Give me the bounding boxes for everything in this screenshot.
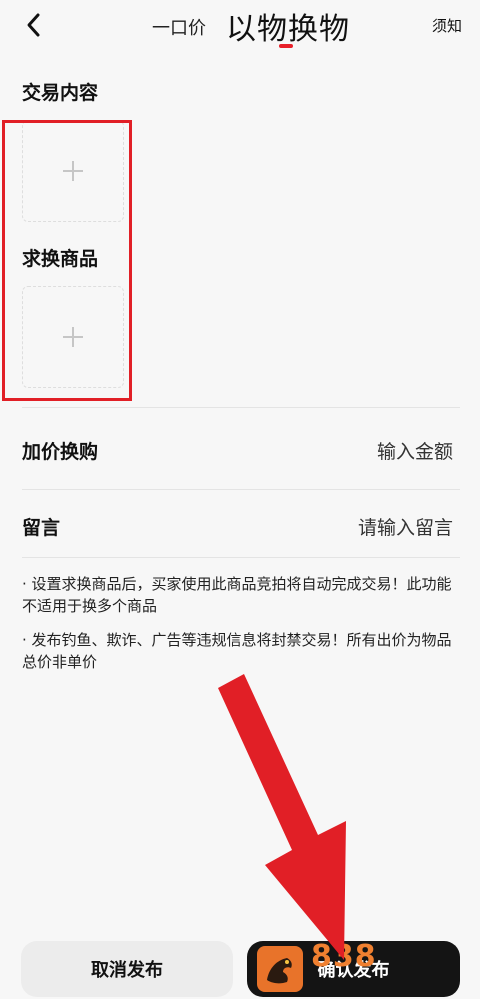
add-price-label: 加价换购 bbox=[22, 441, 99, 463]
divider bbox=[22, 489, 460, 490]
active-tab-indicator bbox=[279, 44, 293, 48]
notice-text: · 发布钓鱼、欺诈、广告等违规信息将封禁交易！所有出价为物品总价非单价 bbox=[22, 631, 452, 671]
watermark-logo bbox=[257, 946, 303, 992]
divider bbox=[22, 407, 460, 408]
highlight-box bbox=[2, 120, 132, 401]
message-label: 留言 bbox=[22, 517, 61, 539]
notice-text: · 设置求换商品后，买家使用此商品竞拍将自动完成交易！此功能不适用于换多个商品 bbox=[22, 575, 452, 615]
tab-barter[interactable]: 以物换物 bbox=[226, 4, 350, 48]
notice-link[interactable]: 须知 bbox=[432, 15, 462, 36]
add-price-input[interactable]: 输入金额 bbox=[377, 437, 453, 464]
barter-publish-page: 一口价 以物换物 须知 交易内容 求换商品 加价换购 输入金额 留言 请输入留言… bbox=[0, 0, 480, 999]
trade-content-title: 交易内容 bbox=[22, 82, 99, 104]
divider bbox=[22, 557, 460, 558]
message-input[interactable]: 请输入留言 bbox=[358, 513, 453, 540]
cancel-publish-label: 取消发布 bbox=[91, 960, 163, 981]
tab-fixed-price[interactable]: 一口价 bbox=[152, 14, 206, 40]
cancel-publish-button[interactable]: 取消发布 bbox=[21, 941, 233, 997]
watermark-text: 838 bbox=[311, 939, 377, 974]
chevron-left-icon[interactable] bbox=[22, 10, 48, 40]
